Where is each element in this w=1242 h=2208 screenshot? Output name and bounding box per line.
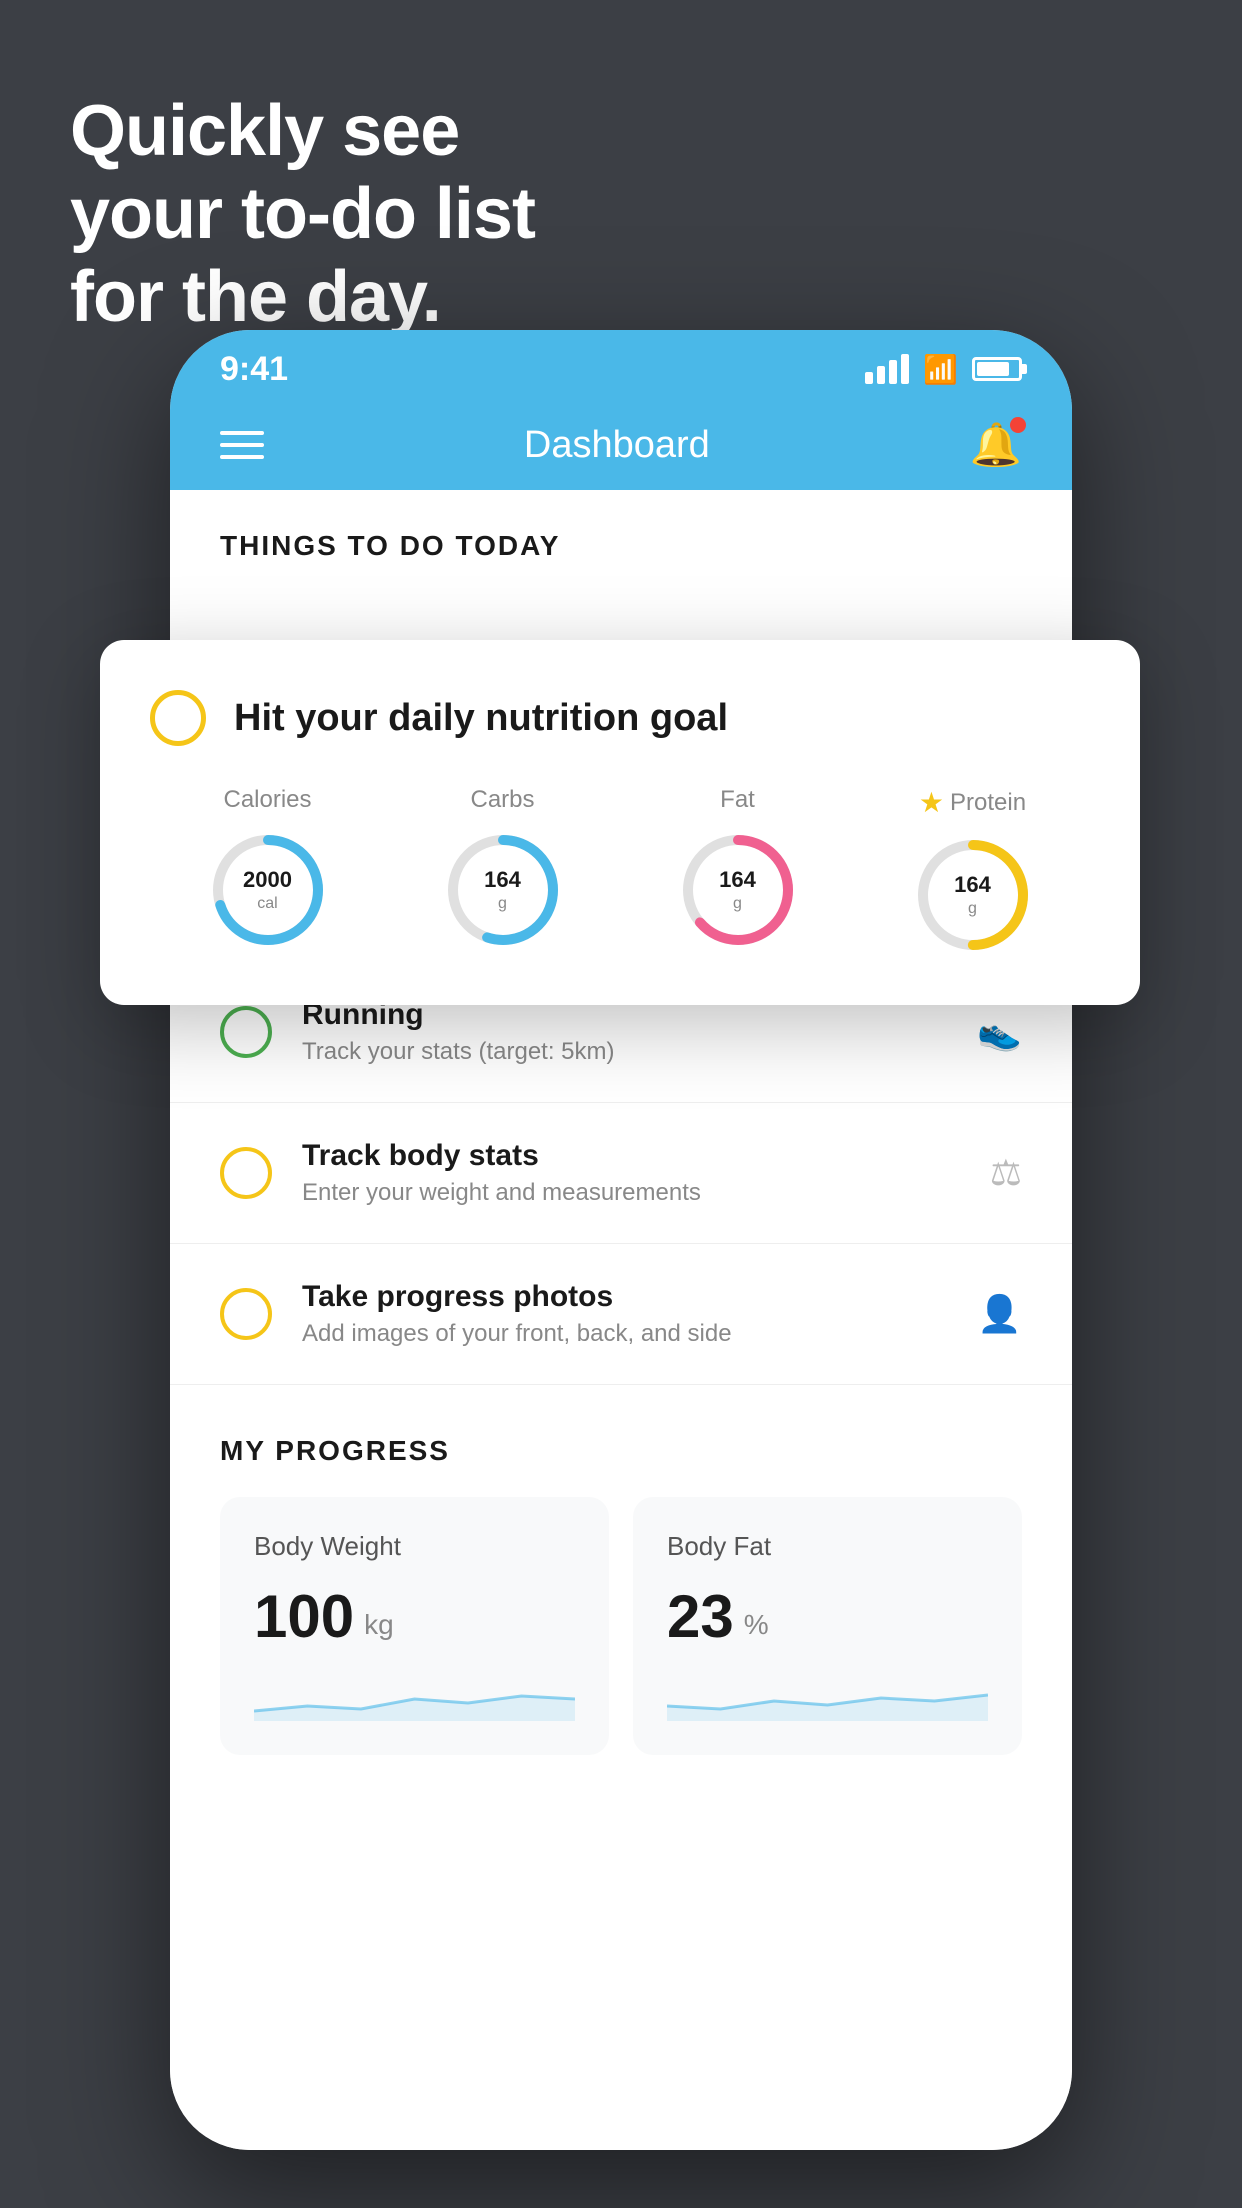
battery-icon (972, 357, 1022, 381)
calories-value: 2000cal (208, 830, 328, 950)
body-fat-chart (667, 1671, 988, 1721)
body-weight-value: 100 kg (254, 1582, 575, 1651)
fat-donut: 164g (678, 830, 798, 950)
nav-title: Dashboard (524, 424, 710, 467)
things-to-do-heading: THINGS TO DO TODAY (170, 490, 1072, 582)
nutrition-item-protein[interactable]: ★ Protein 164g (913, 786, 1033, 955)
todo-list: Running Track your stats (target: 5km) 👟… (170, 962, 1072, 1755)
progress-heading: MY PROGRESS (220, 1435, 1022, 1467)
floating-nutrition-card: Hit your daily nutrition goal Calories 2… (100, 640, 1140, 1005)
star-icon: ★ (919, 786, 944, 819)
protein-label: Protein (950, 789, 1026, 817)
nutrition-item-calories[interactable]: Calories 2000cal (208, 786, 328, 950)
fat-value: 164g (678, 830, 798, 950)
fat-label: Fat (720, 786, 755, 814)
shoe-icon: 👟 (977, 1011, 1022, 1053)
todo-item-body-stats[interactable]: Track body stats Enter your weight and m… (170, 1103, 1072, 1244)
status-icons: 📶 (865, 353, 1022, 386)
progress-card-bodyfat[interactable]: Body Fat 23 % (633, 1497, 1022, 1755)
body-fat-unit: % (744, 1609, 769, 1641)
hero-line2: your to-do list (70, 173, 535, 256)
person-icon: 👤 (977, 1293, 1022, 1335)
todo-circle-body-stats (220, 1147, 272, 1199)
signal-icon (865, 354, 909, 384)
todo-circle-photos (220, 1288, 272, 1340)
nutrition-item-fat[interactable]: Fat 164g (678, 786, 798, 950)
nutrition-item-carbs[interactable]: Carbs 164g (443, 786, 563, 950)
todo-title-body-stats: Track body stats (302, 1139, 960, 1173)
nutrition-card-title: Hit your daily nutrition goal (234, 697, 728, 740)
nav-bar: Dashboard 🔔 (170, 400, 1072, 490)
todo-text-photos: Take progress photos Add images of your … (302, 1280, 947, 1348)
card-header-row: Hit your daily nutrition goal (150, 690, 1090, 746)
progress-card-weight[interactable]: Body Weight 100 kg (220, 1497, 609, 1755)
todo-text-running: Running Track your stats (target: 5km) (302, 998, 947, 1066)
todo-text-body-stats: Track body stats Enter your weight and m… (302, 1139, 960, 1207)
hero-line3: for the day. (70, 256, 535, 339)
body-fat-label: Body Fat (667, 1531, 988, 1562)
menu-button[interactable] (220, 431, 264, 459)
body-weight-unit: kg (364, 1609, 394, 1641)
todo-subtitle-photos: Add images of your front, back, and side (302, 1320, 947, 1348)
todo-subtitle-running: Track your stats (target: 5km) (302, 1038, 947, 1066)
calories-label: Calories (223, 786, 311, 814)
notification-button[interactable]: 🔔 (970, 421, 1022, 470)
status-time: 9:41 (220, 350, 288, 389)
progress-cards: Body Weight 100 kg Bod (220, 1497, 1022, 1755)
hero-text: Quickly see your to-do list for the day. (70, 90, 535, 338)
notification-badge (1010, 417, 1026, 433)
todo-subtitle-body-stats: Enter your weight and measurements (302, 1179, 960, 1207)
phone-shell: 9:41 📶 Dashboard 🔔 THINGS TO DO TODAY (170, 330, 1072, 2150)
todo-title-photos: Take progress photos (302, 1280, 947, 1314)
carbs-value: 164g (443, 830, 563, 950)
body-weight-label: Body Weight (254, 1531, 575, 1562)
hero-line1: Quickly see (70, 90, 535, 173)
protein-donut: 164g (913, 835, 1033, 955)
protein-label-row: ★ Protein (919, 786, 1026, 819)
body-fat-value: 23 % (667, 1582, 988, 1651)
scale-icon: ⚖ (990, 1152, 1022, 1194)
protein-value: 164g (913, 835, 1033, 955)
body-weight-chart (254, 1671, 575, 1721)
nutrition-check-circle[interactable] (150, 690, 206, 746)
carbs-donut: 164g (443, 830, 563, 950)
nutrition-circles: Calories 2000cal Carbs 164g (150, 786, 1090, 955)
todo-circle-running (220, 1006, 272, 1058)
wifi-icon: 📶 (923, 353, 958, 386)
progress-section: MY PROGRESS Body Weight 100 kg (170, 1385, 1072, 1755)
status-bar: 9:41 📶 (170, 330, 1072, 400)
calories-donut: 2000cal (208, 830, 328, 950)
todo-item-photos[interactable]: Take progress photos Add images of your … (170, 1244, 1072, 1385)
carbs-label: Carbs (470, 786, 534, 814)
